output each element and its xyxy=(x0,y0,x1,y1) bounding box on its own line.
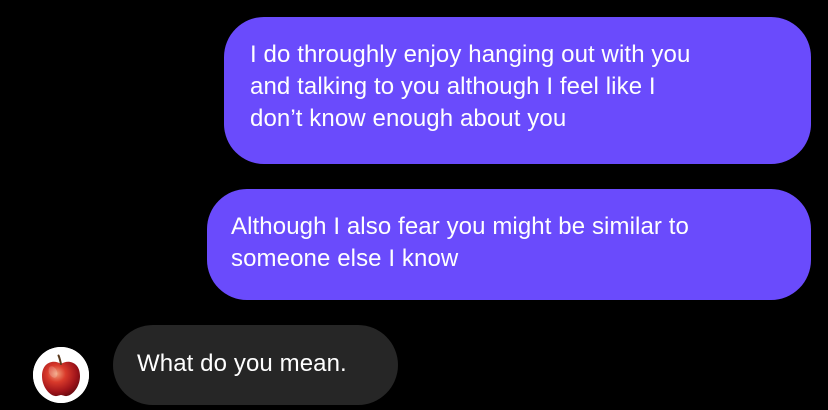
outgoing-message-bubble[interactable]: I do throughly enjoy hanging out with yo… xyxy=(224,17,811,164)
avatar[interactable] xyxy=(33,347,89,403)
message-thread: I do throughly enjoy hanging out with yo… xyxy=(0,0,828,410)
outgoing-message-bubble[interactable]: Although I also fear you might be simila… xyxy=(207,189,811,300)
apple-icon xyxy=(33,347,89,403)
incoming-message-bubble[interactable]: What do you mean. xyxy=(113,325,398,405)
